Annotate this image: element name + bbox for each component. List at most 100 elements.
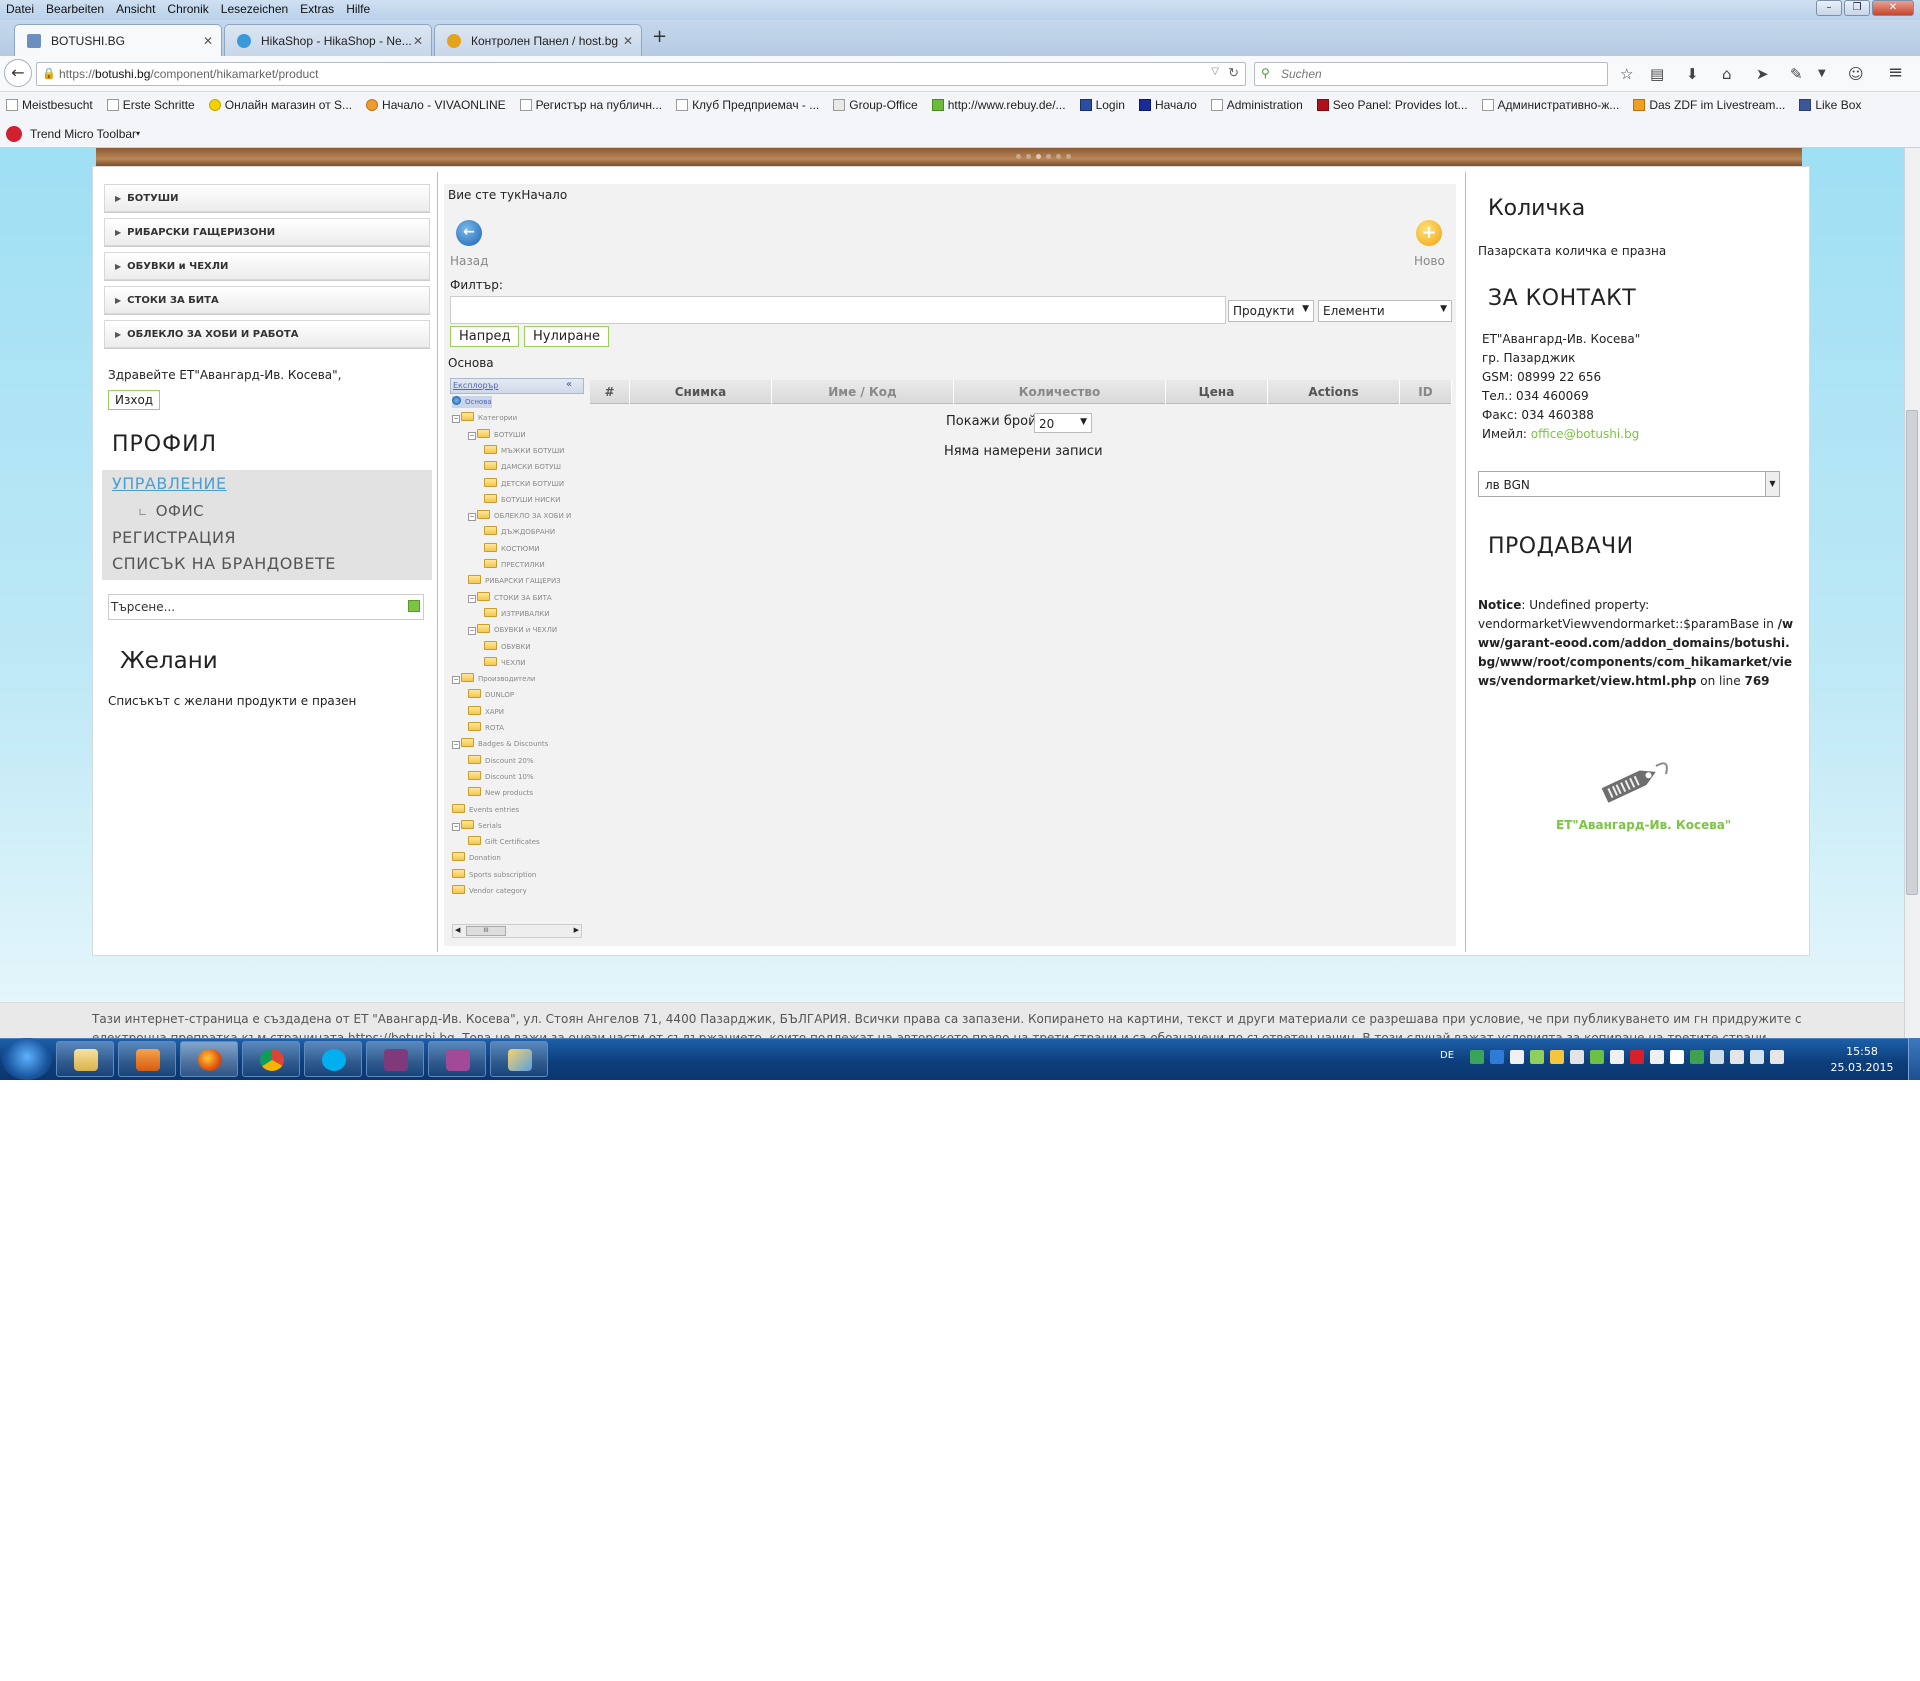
products-select[interactable]: Продукти ▼ [1228, 300, 1314, 322]
taskbar-clock[interactable]: 15:58 25.03.2015 [1826, 1044, 1898, 1076]
star-icon[interactable]: ☆ [1620, 65, 1633, 83]
back-circle-icon[interactable]: ← [456, 220, 482, 246]
taskbar-skype[interactable] [304, 1041, 362, 1077]
tree-node[interactable]: Sports subscription [452, 868, 536, 881]
show-desktop-button[interactable] [1908, 1038, 1920, 1080]
chevron-down-icon[interactable]: ▾ [136, 129, 140, 138]
column-header[interactable]: Име / Код [772, 380, 954, 404]
tab-hostbg[interactable]: Контролен Панел / host.bg ✕ [434, 24, 642, 56]
download-icon[interactable]: ⬇ [1686, 65, 1699, 83]
send-icon[interactable]: ➤ [1756, 65, 1769, 83]
tree-node[interactable]: Events entries [452, 803, 519, 816]
tree-node[interactable]: − БОТУШИ [468, 428, 526, 441]
search-submit-icon[interactable] [408, 600, 420, 612]
hamburger-menu-icon[interactable]: ≡ [1888, 62, 1903, 83]
tree-node[interactable]: ХАРИ [468, 705, 504, 718]
slider-dot[interactable] [1056, 154, 1061, 159]
tray-icon[interactable] [1610, 1050, 1624, 1064]
menu-office-link[interactable]: ∟ ОФИС [138, 502, 204, 520]
collapse-node-icon[interactable]: − [468, 431, 476, 440]
bookmark-item[interactable]: Онлайн магазин от S... [203, 92, 360, 118]
logout-button[interactable]: Изход [108, 390, 161, 410]
taskbar-onenote-2[interactable] [428, 1041, 486, 1077]
tree-node[interactable]: − Производители [452, 673, 535, 685]
language-indicator[interactable]: DE [1440, 1050, 1454, 1061]
tray-icon[interactable] [1470, 1050, 1484, 1064]
tree-node[interactable]: БОТУШИ НИСКИ [484, 493, 560, 506]
menu-extras[interactable]: Extras [294, 0, 340, 20]
bookmark-item[interactable]: Административно-ж... [1476, 92, 1628, 118]
tree-node[interactable]: ДЕТСКИ БОТУШИ [484, 477, 564, 490]
collapse-icon[interactable]: « [566, 379, 572, 390]
explorer-header[interactable]: Експлорър [450, 378, 584, 394]
bookmark-item[interactable]: Meistbesucht [0, 92, 101, 118]
tree-node[interactable]: Discount 20% [468, 754, 534, 767]
tree-node[interactable]: ПРЕСТИЛКИ [484, 559, 545, 571]
tree-node[interactable]: DUNLOP [468, 689, 514, 701]
column-header[interactable]: ID [1400, 380, 1452, 404]
collapse-node-icon[interactable]: − [468, 513, 476, 522]
tree-node[interactable]: ИЗТРИВАЛКИ [484, 607, 550, 620]
column-header[interactable]: Цена [1166, 380, 1268, 404]
menu-bearbeiten[interactable]: Bearbeiten [40, 0, 110, 20]
tray-icon[interactable] [1590, 1050, 1604, 1064]
volume-icon[interactable] [1770, 1050, 1784, 1064]
menu-ansicht[interactable]: Ansicht [110, 0, 161, 20]
bookmark-item[interactable]: Начало [1133, 92, 1205, 118]
tree-node[interactable]: Vendor category [452, 885, 527, 897]
scrollbar-thumb[interactable]: III [466, 926, 506, 936]
taskbar-paint[interactable] [490, 1041, 548, 1077]
tray-icon[interactable] [1730, 1050, 1744, 1064]
close-tab-icon[interactable]: ✕ [413, 34, 423, 48]
dropdown-arrow-icon[interactable]: ▽ [1211, 66, 1219, 77]
back-label[interactable]: Назад [450, 254, 488, 268]
add-circle-icon[interactable]: + [1416, 220, 1442, 246]
column-header[interactable]: Actions [1268, 380, 1400, 404]
trend-micro-toolbar[interactable]: Trend Micro Toolbar▾ [0, 118, 1920, 148]
apply-filter-button[interactable]: Напред [450, 326, 520, 347]
tray-icon[interactable] [1750, 1050, 1764, 1064]
taskbar-firefox[interactable] [180, 1041, 238, 1077]
column-header[interactable]: Снимка [630, 380, 772, 404]
tray-icon[interactable] [1530, 1050, 1544, 1064]
email-link[interactable]: office@botushi.bg [1531, 427, 1639, 441]
tree-node[interactable]: Основа [452, 396, 492, 408]
close-window-icon[interactable]: ✕ [1872, 0, 1914, 16]
filter-input[interactable] [450, 296, 1226, 324]
slider-dot[interactable] [1066, 154, 1071, 159]
search-engine-icon[interactable]: ⚲ [1261, 66, 1270, 80]
tab-hikashop[interactable]: HikaShop - HikaShop - Ne... ✕ [224, 24, 432, 56]
chat-icon[interactable]: ☺ [1848, 65, 1864, 83]
tree-node[interactable]: Donation [452, 852, 501, 864]
taskbar-chrome[interactable] [242, 1041, 300, 1077]
tray-icon[interactable] [1650, 1050, 1664, 1064]
column-header[interactable]: # [590, 380, 630, 404]
vendor-name-link[interactable]: ЕТ"Авангард-Ив. Косева" [1556, 818, 1731, 832]
tree-node[interactable]: − Serials [452, 819, 501, 832]
tray-icon[interactable] [1570, 1050, 1584, 1064]
tree-node[interactable]: ДАМСКИ БОТУШ [484, 461, 561, 473]
new-tab-icon[interactable]: + [652, 26, 667, 47]
menu-brands-link[interactable]: СПИСЪК НА БРАНДОВЕТЕ [112, 554, 336, 573]
tree-node[interactable]: МЪЖКИ БОТУШИ [484, 444, 564, 457]
collapse-node-icon[interactable]: − [452, 822, 460, 831]
reading-list-icon[interactable]: ▤ [1650, 65, 1664, 83]
reload-icon[interactable]: ↻ [1228, 65, 1239, 81]
tree-node[interactable]: Gift Certificates [468, 836, 540, 848]
tree-node[interactable]: − ОБУВКИ и ЧЕХЛИ [468, 624, 557, 636]
bookmark-item[interactable]: Erste Schritte [101, 92, 203, 118]
tree-node[interactable]: РИБАРСКИ ГАЩЕРИЗ [468, 575, 561, 587]
tree-node[interactable]: ОБУВКИ [484, 640, 531, 653]
tray-icon[interactable] [1670, 1050, 1684, 1064]
tree-node[interactable]: − ОБЛЕКЛО ЗА ХОБИ И [468, 510, 571, 522]
scroll-right-icon[interactable]: ▶ [574, 926, 579, 934]
category-household[interactable]: ▶ СТОКИ ЗА БИТА [104, 286, 430, 314]
chevron-down-icon[interactable]: ▼ [1818, 68, 1826, 79]
category-shoes-slippers[interactable]: ▶ ОБУВКИ и ЧЕХЛИ [104, 252, 430, 280]
bookmark-item[interactable]: Das ZDF im Livestream... [1627, 92, 1793, 118]
column-header[interactable]: Количество [954, 380, 1166, 404]
new-label[interactable]: Ново [1414, 254, 1445, 268]
category-botushi[interactable]: ▶ БОТУШИ [104, 184, 430, 212]
back-arrow-icon[interactable]: ← [4, 59, 32, 87]
bookmark-item[interactable]: Like Box [1793, 92, 1869, 118]
